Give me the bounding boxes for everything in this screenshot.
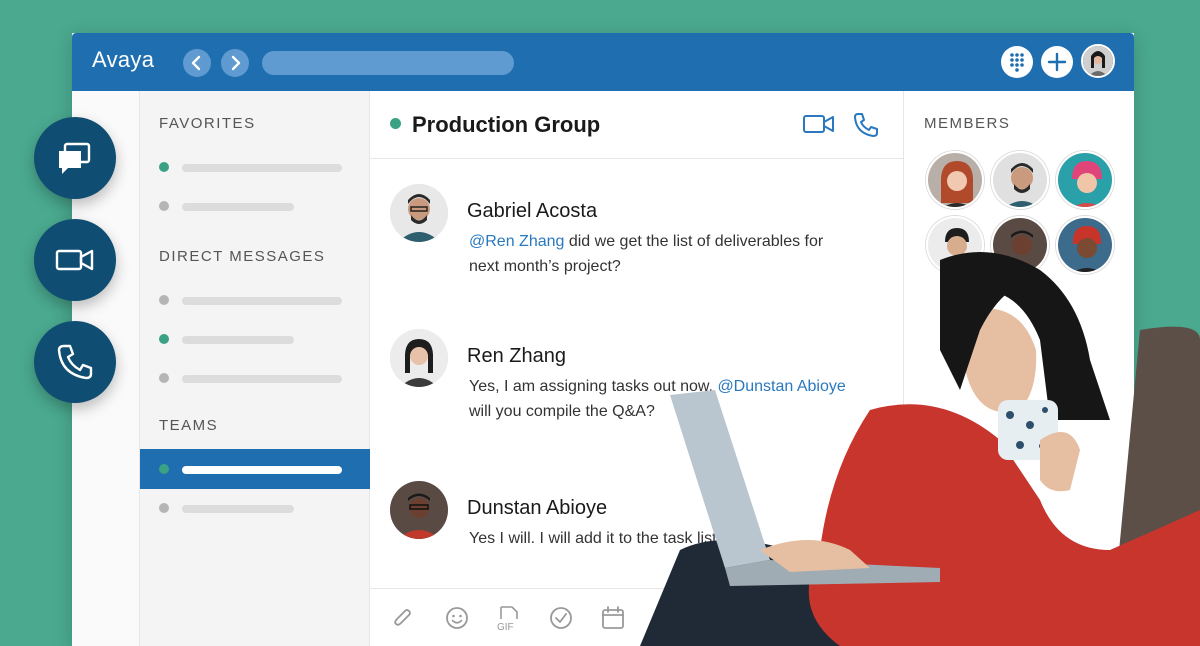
- placeholder-bar: [182, 203, 294, 211]
- check-circle-icon[interactable]: [548, 605, 574, 631]
- sidebar-item-favorite-2[interactable]: [140, 186, 370, 226]
- avatar: [390, 184, 448, 242]
- dialpad-icon: [1010, 53, 1024, 72]
- offline-status-dot: [159, 201, 169, 211]
- offline-status-dot: [159, 373, 169, 383]
- sidebar: FAVORITES DIRECT MESSAGES TEAMS: [140, 91, 370, 646]
- phone-fab[interactable]: [34, 321, 116, 403]
- chat-fab[interactable]: [34, 117, 116, 199]
- video-camera-icon: [55, 249, 94, 271]
- paperclip-icon[interactable]: [390, 605, 416, 631]
- member-avatar[interactable]: [991, 151, 1049, 209]
- avatar: [390, 329, 448, 387]
- sender-name: Dunstan Abioye: [467, 497, 608, 519]
- address-bar[interactable]: [262, 51, 514, 75]
- app-brand: Avaya: [92, 47, 155, 72]
- chevron-left-icon: [191, 55, 201, 71]
- calendar-icon[interactable]: [600, 605, 626, 631]
- favorites-heading: FAVORITES: [159, 115, 256, 132]
- placeholder-bar: [182, 375, 342, 383]
- direct-messages-heading: DIRECT MESSAGES: [159, 248, 326, 265]
- gif-icon[interactable]: GIF: [496, 605, 522, 631]
- sidebar-item-dm-1[interactable]: [140, 280, 370, 320]
- phone-call-icon[interactable]: [852, 111, 880, 139]
- sidebar-item-team-active[interactable]: [140, 449, 370, 489]
- dialpad-button[interactable]: [1001, 46, 1033, 78]
- teams-heading: TEAMS: [159, 417, 219, 434]
- members-heading: MEMBERS: [924, 115, 1011, 132]
- video-fab[interactable]: [34, 219, 116, 301]
- offline-status-dot: [159, 295, 169, 305]
- forward-button[interactable]: [221, 49, 249, 77]
- group-title: Production Group: [412, 112, 601, 137]
- member-avatar[interactable]: [1056, 151, 1114, 209]
- placeholder-bar: [182, 336, 294, 344]
- member-avatar[interactable]: [926, 151, 984, 209]
- sender-name: Ren Zhang: [467, 345, 566, 367]
- online-status-dot: [159, 334, 169, 344]
- phone-icon: [57, 344, 93, 380]
- avatar: [390, 481, 448, 539]
- title-bar: Avaya: [72, 33, 1134, 91]
- plus-icon: [1047, 52, 1067, 72]
- chat-header: Production Group: [370, 91, 903, 159]
- sidebar-item-dm-3[interactable]: [140, 358, 370, 398]
- chevron-right-icon: [231, 55, 241, 71]
- group-status-dot: [390, 118, 401, 129]
- chat-bubbles-icon: [59, 142, 91, 174]
- message-body-end: will you compile the Q&A?: [469, 403, 655, 420]
- offline-status-dot: [159, 503, 169, 513]
- mention-link[interactable]: @Ren Zhang: [469, 233, 564, 250]
- video-call-icon[interactable]: [802, 111, 836, 137]
- sidebar-item-favorite-1[interactable]: [140, 147, 370, 187]
- user-avatar[interactable]: [1081, 44, 1115, 78]
- sender-name: Gabriel Acosta: [467, 200, 598, 222]
- gif-label: GIF: [497, 622, 514, 631]
- placeholder-bar: [182, 297, 342, 305]
- placeholder-bar: [182, 505, 294, 513]
- online-status-dot: [159, 162, 169, 172]
- add-button[interactable]: [1041, 46, 1073, 78]
- placeholder-bar: [182, 164, 342, 172]
- sidebar-item-team-2[interactable]: [140, 488, 370, 528]
- online-status-dot: [159, 464, 169, 474]
- emoji-icon[interactable]: [444, 605, 470, 631]
- placeholder-bar: [182, 466, 342, 474]
- sidebar-item-dm-2[interactable]: [140, 319, 370, 359]
- woman-with-laptop-photo: [640, 252, 1200, 646]
- back-button[interactable]: [183, 49, 211, 77]
